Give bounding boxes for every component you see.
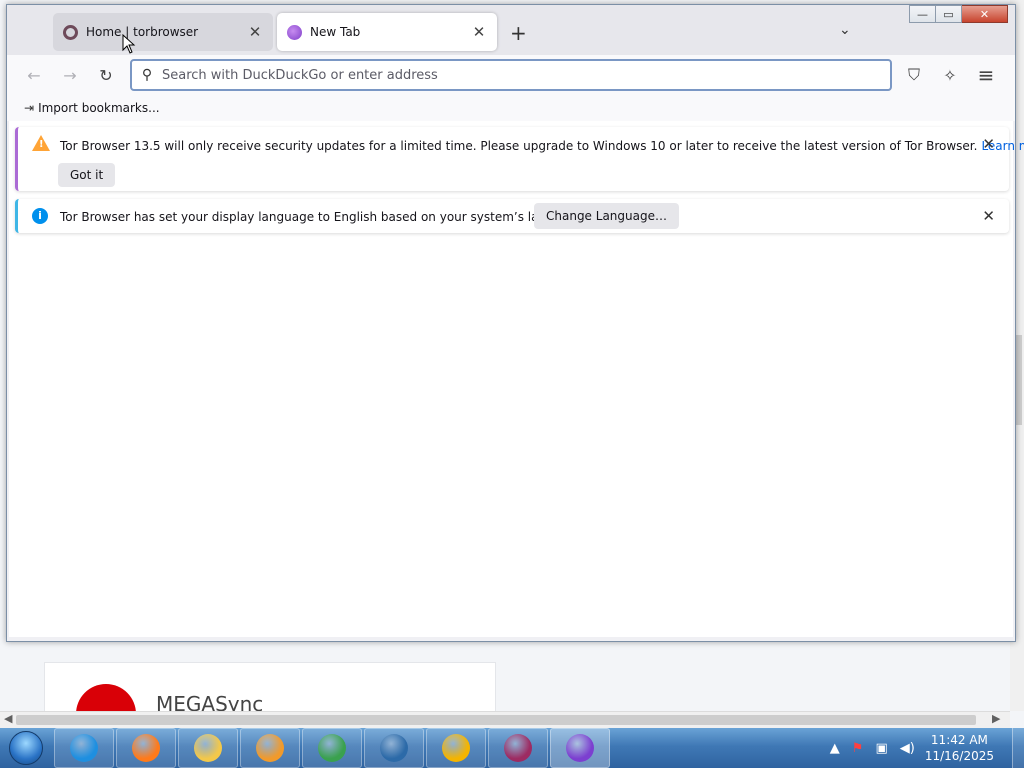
scroll-left-icon[interactable]: ◀ — [4, 712, 12, 725]
taskbar-tor-browser[interactable] — [550, 728, 610, 768]
taskbar-apps — [52, 728, 610, 768]
taskbar-keepass-tool[interactable] — [426, 728, 486, 768]
background-horizontal-scrollbar[interactable]: ◀ ▶ — [0, 711, 1010, 728]
tab-title: New Tab — [310, 25, 361, 39]
notification-message: Tor Browser has set your display languag… — [60, 210, 588, 224]
scroll-thumb[interactable] — [16, 715, 976, 725]
clock-time: 11:42 AM — [930, 733, 988, 747]
winrar-icon — [504, 734, 532, 762]
security-update-notification: Tor Browser 13.5 will only receive secur… — [15, 127, 1024, 191]
tor-onion-icon — [63, 24, 78, 40]
warning-icon — [32, 135, 50, 151]
tor-browser-icon — [287, 24, 302, 40]
hamburger-menu-icon[interactable]: ≡ — [974, 63, 998, 87]
notification-message: Tor Browser 13.5 will only receive secur… — [60, 139, 1024, 153]
dismiss-close-icon[interactable]: ✕ — [982, 135, 995, 153]
clock-date: 11/16/2025 — [924, 749, 994, 763]
info-icon: i — [32, 208, 48, 224]
tab-home-torbrowser[interactable]: Home | torbrowser ✕ — [53, 13, 273, 51]
firefox-icon — [132, 734, 160, 762]
new-tab-button[interactable]: + — [510, 21, 527, 45]
navigation-toolbar: ← → ↻ ⚲ ⛉ ✧ ≡ — [7, 55, 1015, 95]
keepass-tool-icon — [442, 734, 470, 762]
taskbar-winrar[interactable] — [488, 728, 548, 768]
taskbar-media-player[interactable] — [240, 728, 300, 768]
show-hidden-icons-icon[interactable]: ▲ — [830, 741, 840, 756]
action-center-flag-icon[interactable]: ⚑ — [852, 741, 864, 756]
taskbar-firefox[interactable] — [116, 728, 176, 768]
close-window-button[interactable]: ✕ — [962, 5, 1008, 23]
tor-browser-icon — [566, 734, 594, 762]
security-shield-icon[interactable]: ⛉ — [902, 63, 926, 87]
taskbar-internet-explorer[interactable] — [54, 728, 114, 768]
language-notification: i Tor Browser has set your display langu… — [15, 199, 1009, 233]
minimize-button[interactable]: — — [909, 5, 936, 23]
url-input[interactable] — [162, 67, 890, 83]
internet-explorer-icon — [70, 734, 98, 762]
taskbar-file-explorer[interactable] — [178, 728, 238, 768]
taskbar-virtualbox[interactable] — [364, 728, 424, 768]
new-identity-broom-icon[interactable]: ✧ — [938, 63, 962, 87]
mouse-cursor-icon — [122, 34, 136, 54]
scroll-right-icon[interactable]: ▶ — [992, 712, 1000, 725]
import-bookmarks-link[interactable]: Import bookmarks... — [38, 101, 160, 115]
volume-icon[interactable]: ◀) — [900, 741, 915, 756]
tab-new-tab[interactable]: New Tab ✕ — [277, 13, 497, 51]
bookmarks-toolbar: ⇥ Import bookmarks... — [7, 95, 1015, 121]
network-tool-icon — [318, 734, 346, 762]
list-all-tabs-button[interactable]: ⌄ — [839, 22, 851, 38]
dismiss-close-icon[interactable]: ✕ — [982, 207, 995, 225]
show-desktop-button[interactable] — [1012, 728, 1024, 768]
tab-bar: Home | torbrowser ✕ New Tab ✕ + ⌄ — ▭ ✕ — [7, 5, 1015, 55]
taskbar-network-tool[interactable] — [302, 728, 362, 768]
tab-title: Home | torbrowser — [86, 25, 199, 39]
change-language-button[interactable]: Change Language… — [534, 203, 679, 229]
maximize-button[interactable]: ▭ — [936, 5, 962, 23]
start-button[interactable] — [0, 728, 52, 768]
clock[interactable]: 11:42 AM 11/16/2025 — [925, 732, 994, 764]
virtualbox-icon — [380, 734, 408, 762]
window-controls: — ▭ ✕ — [909, 5, 1008, 23]
back-button[interactable]: ← — [22, 63, 46, 87]
forward-button[interactable]: → — [58, 63, 82, 87]
address-bar[interactable]: ⚲ — [130, 59, 892, 91]
file-explorer-icon — [194, 734, 222, 762]
windows-logo-icon — [9, 731, 43, 765]
import-icon: ⇥ — [24, 101, 35, 115]
network-icon[interactable]: ▣ — [875, 741, 887, 756]
tab-close-icon[interactable]: ✕ — [471, 23, 487, 41]
windows-taskbar: ▲ ⚑ ▣ ◀) 11:42 AM 11/16/2025 — [0, 728, 1024, 768]
got-it-button[interactable]: Got it — [58, 163, 116, 187]
system-tray: ▲ ⚑ ▣ ◀) 11:42 AM 11/16/2025 — [824, 728, 1024, 768]
tor-browser-window: Home | torbrowser ✕ New Tab ✕ + ⌄ — ▭ ✕ … — [6, 4, 1024, 642]
page-content: Tor Browser 13.5 will only receive secur… — [9, 121, 1024, 637]
search-icon: ⚲ — [141, 67, 153, 83]
reload-button[interactable]: ↻ — [94, 63, 118, 87]
media-player-icon — [256, 734, 284, 762]
tab-close-icon[interactable]: ✕ — [247, 23, 263, 41]
